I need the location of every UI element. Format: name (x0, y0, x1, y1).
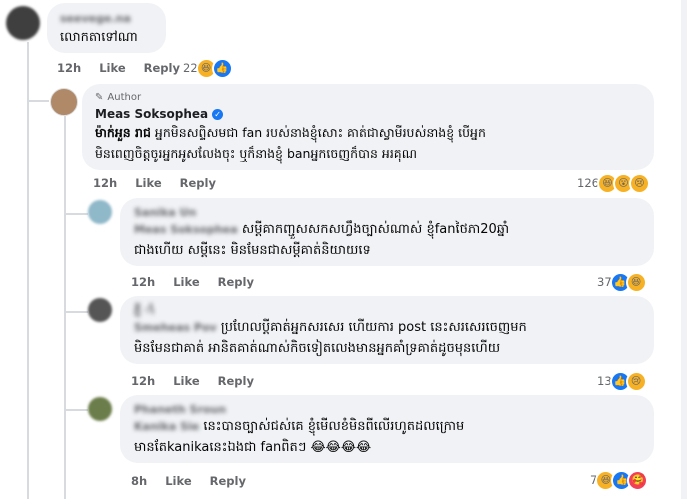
care-icon: 🥰 (627, 469, 649, 491)
reaction-summary[interactable]: 7 😆 👍 🥰 (590, 469, 649, 491)
like-button[interactable]: Like (99, 61, 125, 75)
like-icon: 👍 (211, 57, 233, 79)
commenter-name[interactable]: Sanika Un (134, 206, 196, 219)
mention-tag[interactable]: Meas Soksophea (134, 223, 238, 236)
author-badge-label: Author (107, 92, 142, 103)
reply-button[interactable]: Reply (218, 374, 254, 388)
reaction-summary[interactable]: 13 👍 😢 (597, 370, 647, 392)
commenter-name[interactable]: seevege.na (60, 12, 131, 25)
reply-button[interactable]: Reply (210, 474, 246, 488)
comment-time[interactable]: 12h (131, 275, 155, 289)
mention-tag[interactable]: Smeheas Pov (134, 321, 217, 334)
comment-text: Smeheas Pov ប្រហែលប្តីគាត់អ្នកសរសេរ ហើយក… (134, 320, 527, 356)
comment-text: Kanika Sie នេះបានច្បាស់ជស់គេ ខ្ញុំមើលខំម… (134, 419, 465, 455)
commenter-name[interactable]: Phaneth Sroun (134, 403, 226, 416)
avatar[interactable] (88, 397, 112, 421)
thread-line-main (27, 42, 29, 499)
reply-button[interactable]: Reply (180, 176, 216, 190)
reaction-summary[interactable]: 22 😆 👍 (183, 57, 233, 79)
avatar[interactable] (88, 200, 112, 224)
scrollbar[interactable] (681, 0, 687, 499)
reply-button[interactable]: Reply (144, 61, 180, 75)
comment-text: ម៉ាក់អួន រាជ អ្នកមិនសព្ទិសមជា fan របស់នា… (95, 125, 486, 161)
author-badge: ✎ Author (95, 92, 141, 103)
comment-meta: 8h Like Reply (131, 474, 260, 488)
like-button[interactable]: Like (173, 275, 199, 289)
author-avatar[interactable] (50, 88, 78, 116)
mention-tag[interactable]: Kanika Sie (134, 420, 199, 433)
haha-icon: 😆 (625, 271, 647, 293)
thread-line-reply (64, 116, 66, 499)
commenter-name[interactable]: Meas Soksophea ✓ (95, 107, 224, 121)
pen-icon: ✎ (95, 92, 104, 103)
like-button[interactable]: Like (135, 176, 161, 190)
reaction-summary[interactable]: 126 😆 😮 😢 (577, 172, 650, 194)
comment-meta: 12h Like Reply (131, 374, 268, 388)
avatar[interactable] (6, 6, 40, 40)
comment-text: Meas Soksophea សម្តីគាកញ្ជួសសកសហ្វឹងច្បា… (134, 222, 510, 258)
mention-tag[interactable]: ម៉ាក់អួន រាជ (95, 125, 151, 140)
comment-time[interactable]: 12h (93, 176, 117, 190)
sad-icon: 😢 (625, 370, 647, 392)
comment-time[interactable]: 12h (57, 61, 81, 75)
thread-branch-3 (66, 311, 88, 313)
comment-meta: 12h Like Reply (57, 61, 194, 75)
like-button[interactable]: Like (173, 374, 199, 388)
sad-icon: 😢 (628, 172, 650, 194)
verified-icon: ✓ (212, 109, 224, 120)
comment-meta: 12h Like Reply (131, 275, 268, 289)
reply-button[interactable]: Reply (218, 275, 254, 289)
comment-time[interactable]: 12h (131, 374, 155, 388)
thread-branch-2 (66, 213, 88, 215)
thread-branch-4 (66, 409, 88, 411)
reaction-summary[interactable]: 37 👍 😆 (597, 271, 647, 293)
avatar[interactable] (88, 298, 112, 322)
reaction-count: 126 (577, 176, 599, 190)
comment-meta: 12h Like Reply (93, 176, 230, 190)
comment-time[interactable]: 8h (131, 474, 147, 488)
comment-text: លោកតាទៅណា (60, 30, 138, 45)
like-button[interactable]: Like (165, 474, 191, 488)
thread-branch-1 (29, 100, 49, 102)
